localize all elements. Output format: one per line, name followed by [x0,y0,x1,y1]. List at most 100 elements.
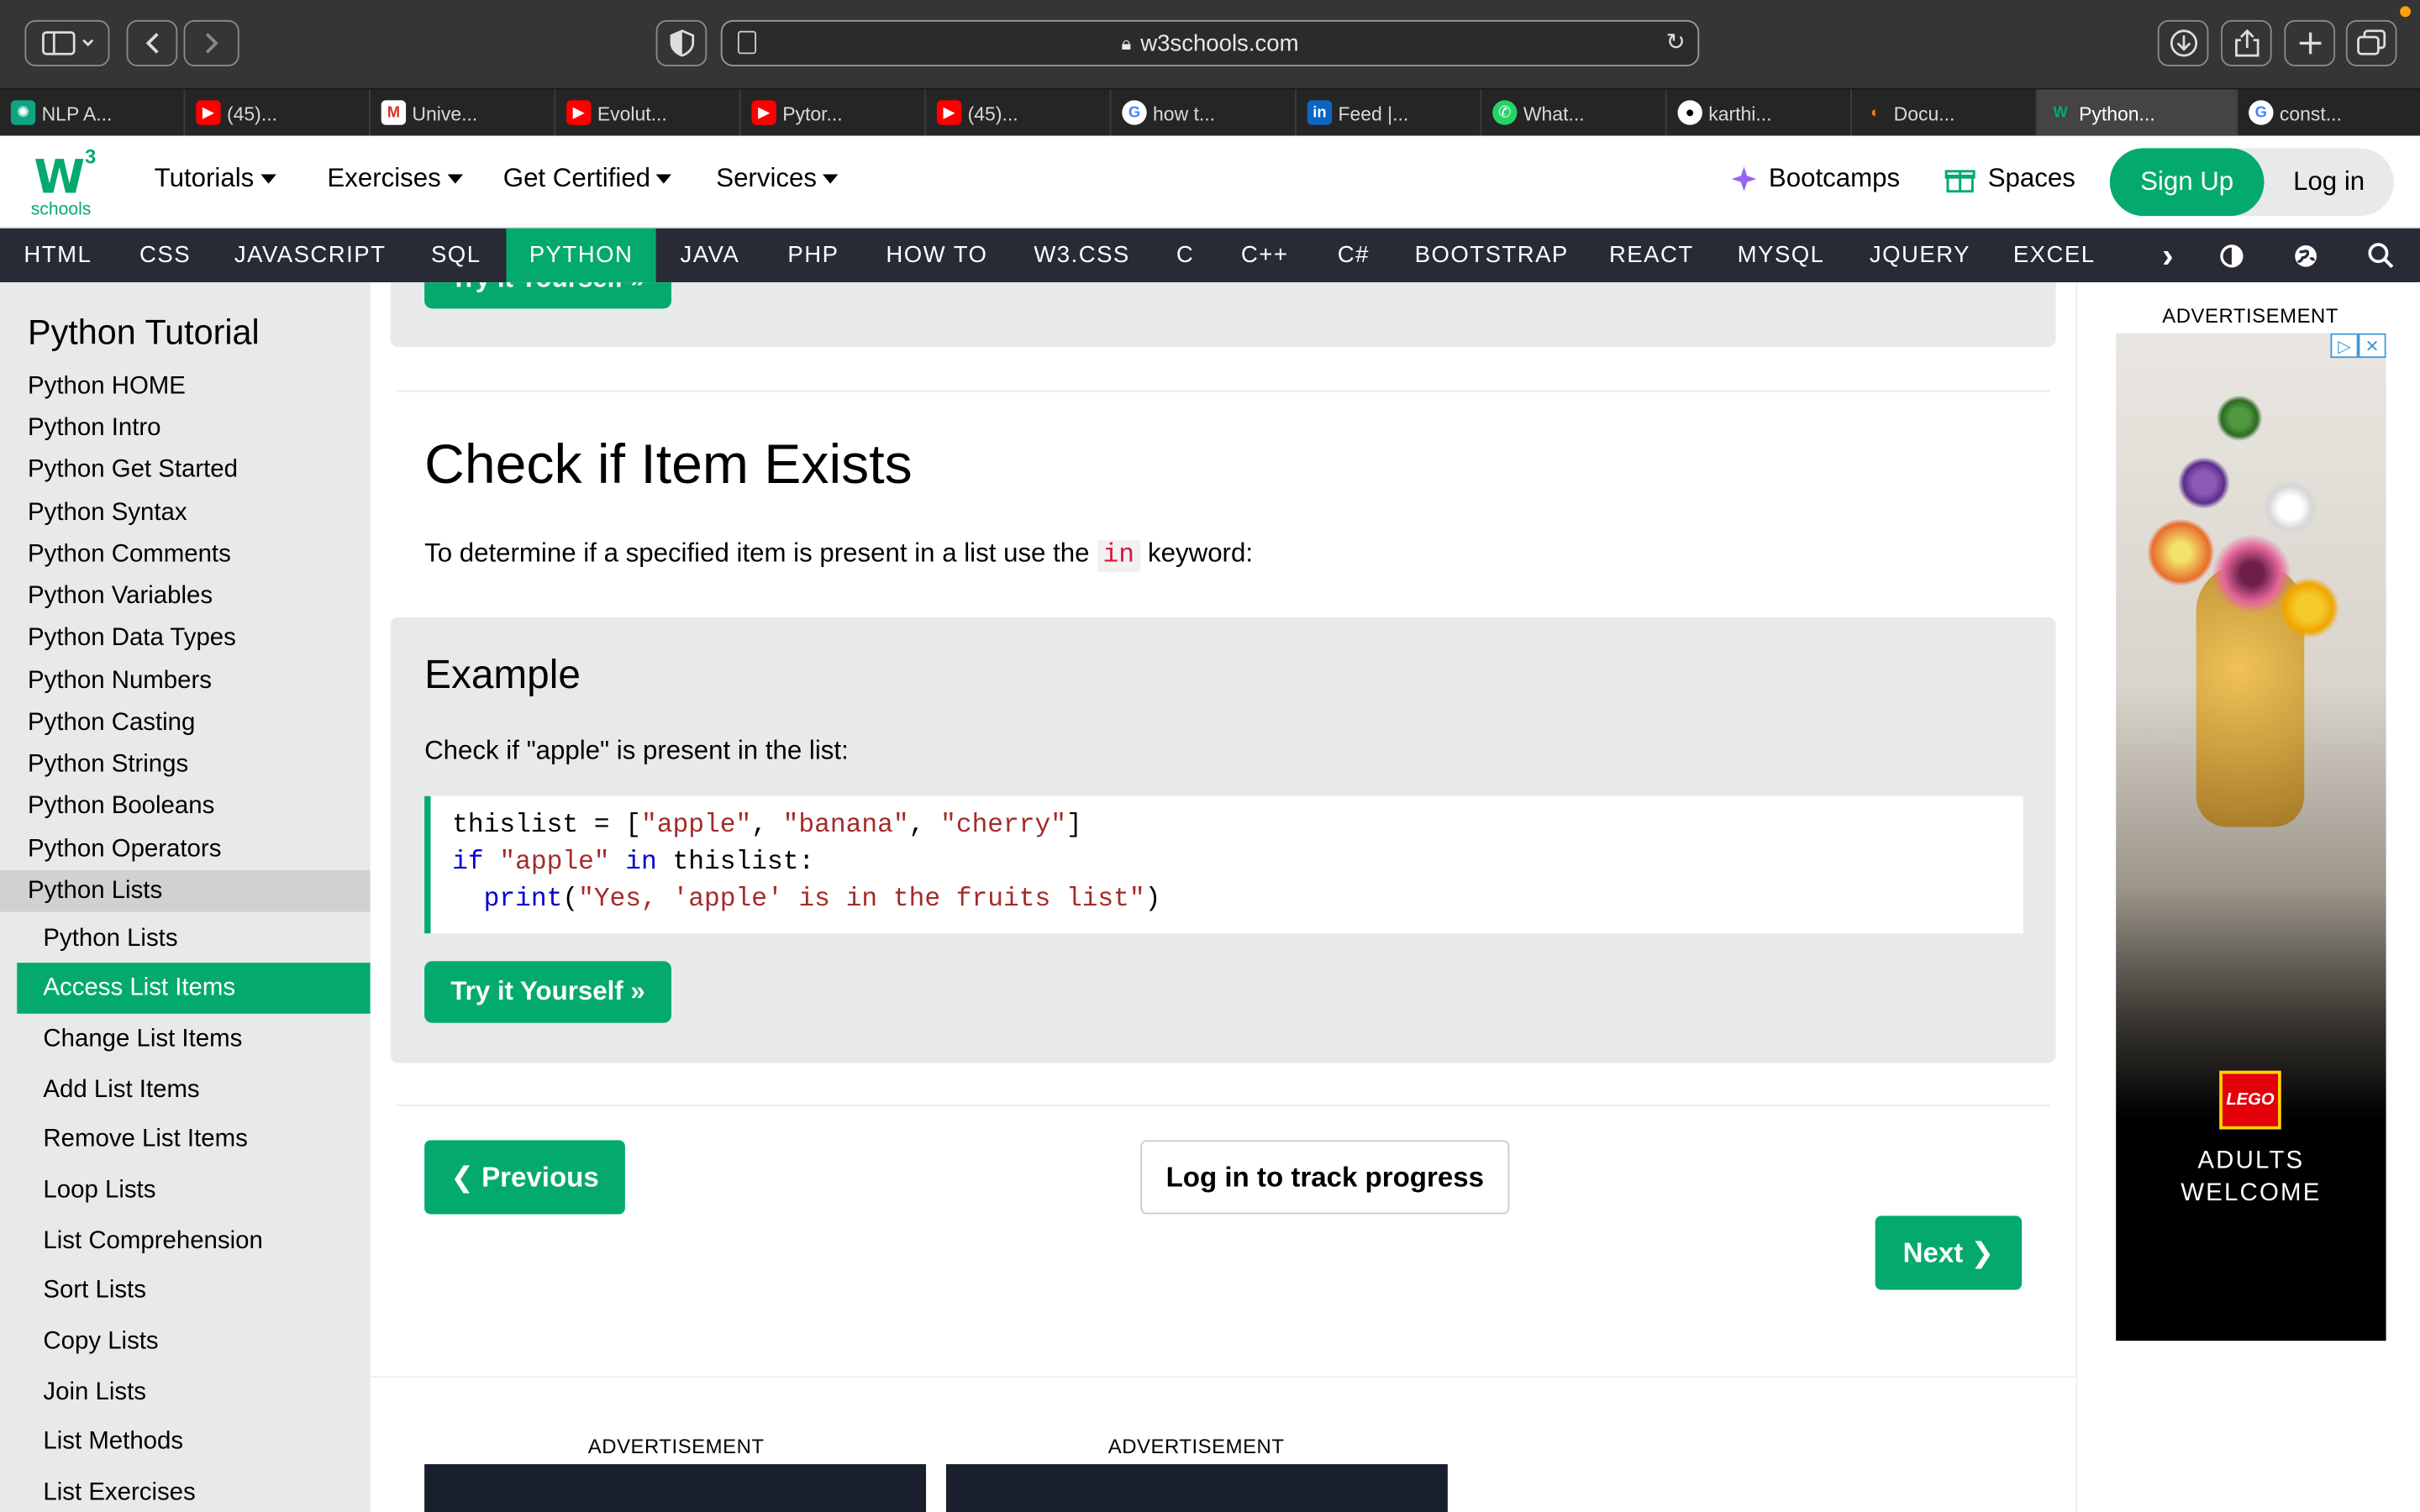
sidebar-sub-list-methods[interactable]: List Methods [17,1416,371,1467]
menu-tutorials[interactable]: Tutorials [155,164,276,195]
sidebar-item-python-intro[interactable]: Python Intro [0,407,371,449]
reader-icon[interactable] [737,30,756,55]
nav-javascript[interactable]: JAVASCRIPT [214,228,406,282]
sidebar-item-booleans[interactable]: Python Booleans [0,785,371,827]
nav-c[interactable]: C [1153,228,1218,282]
sidebar-item-strings[interactable]: Python Strings [0,743,371,785]
lego-advertisement[interactable]: ▷ ✕ LEGO ADULTS WELCOME [2116,333,2386,1341]
bootcamps-link[interactable]: Bootcamps [1730,164,1900,195]
nav-cpp[interactable]: C++ [1218,228,1312,282]
sidebar-sub-python-lists[interactable]: Python Lists [17,913,371,964]
nav-jquery[interactable]: JQUERY [1848,228,1993,282]
browser-tab[interactable]: ✺ NLP A... [0,89,186,138]
downloads-button[interactable] [2157,19,2209,66]
share-button[interactable] [2221,19,2272,66]
address-bar[interactable]: 🔒︎ w3schools.com ↻ [720,19,1700,66]
globe-button[interactable] [2284,228,2327,282]
nav-sql[interactable]: SQL [406,228,506,282]
sign-up-button[interactable]: Sign Up [2109,148,2265,217]
nav-css[interactable]: CSS [116,228,215,282]
browser-tab-active[interactable]: W Python... [2037,89,2238,138]
sidebar-toggle-button[interactable] [24,19,110,66]
sidebar-item-casting[interactable]: Python Casting [0,702,371,744]
log-in-track-progress-button[interactable]: Log in to track progress [1140,1140,1510,1215]
nav-html[interactable]: HTML [0,228,116,282]
menu-get-certified[interactable]: Get Certified [503,164,672,195]
sidebar-sub-access-list-items[interactable]: Access List Items [17,963,371,1014]
menu-services[interactable]: Services [716,164,839,195]
browser-tab[interactable]: ▶ (45)... [926,89,1112,138]
sidebar-item-comments[interactable]: Python Comments [0,534,371,576]
code-token: ) [1144,885,1161,916]
w3schools-logo[interactable]: W 3 schools [28,145,105,219]
browser-tab[interactable]: in Feed |... [1297,89,1482,138]
sidebar-sub-sort-lists[interactable]: Sort Lists [17,1265,371,1316]
sidebar-item-syntax[interactable]: Python Syntax [0,492,371,534]
log-in-button[interactable]: Log in [2264,148,2393,216]
try-it-yourself-button[interactable]: Try it Yourself » [424,961,671,1023]
browser-tab[interactable]: ▶ Evolut... [555,89,741,138]
try-it-yourself-button-top[interactable]: Try it Yourself » [424,282,671,309]
nav-java[interactable]: JAVA [656,228,765,282]
spaces-link[interactable]: Spaces [1944,164,2075,195]
sidebar-sub-loop-lists[interactable]: Loop Lists [17,1165,371,1216]
sidebar-item-lists[interactable]: Python Lists [0,869,371,912]
nav-php[interactable]: PHP [764,228,863,282]
browser-tab[interactable]: Ghow t... [1111,89,1297,138]
sidebar-sub-list-exercises[interactable]: List Exercises [17,1467,371,1512]
contrast-toggle[interactable] [2210,228,2253,282]
sidebar-sub-copy-lists[interactable]: Copy Lists [17,1316,371,1368]
browser-tab[interactable]: ◐ Docu... [1852,89,2038,138]
sidebar-item-variables[interactable]: Python Variables [0,575,371,617]
browser-tab[interactable]: ● karthi... [1667,89,1853,138]
ad-choices-icon[interactable]: ▷ [2330,333,2359,359]
tab-overview-button[interactable] [2345,19,2397,66]
advertisement-banner[interactable] [424,1464,927,1512]
sidebar-item-operators[interactable]: Python Operators [0,828,371,870]
browser-tab[interactable]: M Unive... [371,89,556,138]
sidebar-sub-remove-list-items[interactable]: Remove List Items [17,1114,371,1165]
browser-tab[interactable]: ▶ Pytor... [741,89,927,138]
code-block[interactable]: thislist = ["apple", "banana", "cherry"]… [424,795,2023,934]
advertisement-banner[interactable] [945,1464,1448,1512]
next-button[interactable]: Next ❯ [1875,1215,2023,1290]
nav-react[interactable]: REACT [1588,228,1715,282]
ad-choices[interactable]: ▷ ✕ [2330,333,2386,359]
sidebar-item-get-started[interactable]: Python Get Started [0,449,371,491]
browser-tab[interactable]: ▶ (45)... [185,89,371,138]
nav-csharp[interactable]: C# [1312,228,1395,282]
sidebar-item-numbers[interactable]: Python Numbers [0,660,371,702]
sidebar-sub-join-lists[interactable]: Join Lists [17,1367,371,1418]
sidebar-sub-list-comprehension[interactable]: List Comprehension [17,1215,371,1267]
nav-bootstrap[interactable]: BOOTSTRAP [1395,228,1588,282]
new-tab-button[interactable] [2284,19,2335,66]
previous-button[interactable]: ❮ Previous [424,1140,625,1215]
tab-label: Docu... [1893,102,1955,124]
close-icon[interactable]: ✕ [2358,333,2386,359]
search-button[interactable] [2359,228,2402,282]
forward-button[interactable] [183,19,239,66]
sidebar-item-python-home[interactable]: Python HOME [0,365,371,407]
browser-tab[interactable]: Gconst... [2238,90,2420,138]
nav-how-to[interactable]: HOW TO [863,228,1011,282]
nav-python[interactable]: PYTHON [506,228,656,283]
privacy-shield-button[interactable] [655,19,708,66]
tab-strip: ✺ NLP A... ▶ (45)... M Unive... ▶ Evolut... … [0,87,2420,138]
reload-icon[interactable]: ↻ [1666,28,1686,55]
bootcamps-label: Bootcamps [1768,163,1901,193]
nav-excel[interactable]: EXCEL [1992,228,2116,282]
nav-w3css[interactable]: W3.CSS [1011,228,1153,282]
nav-scroll-right-icon[interactable]: › [2145,228,2191,282]
tab-label: const... [2279,102,2342,124]
intro-text: To determine if a specified item is pres… [424,538,1097,568]
nav-mysql[interactable]: MYSQL [1715,228,1848,282]
sidebar-sub-change-list-items[interactable]: Change List Items [17,1014,371,1065]
url-text: w3schools.com [1140,29,1299,57]
browser-tab[interactable]: ✆ What... [1481,89,1667,138]
back-button[interactable] [126,19,178,66]
menu-exercises[interactable]: Exercises [327,164,463,195]
browser-toolbar: 🔒︎ w3schools.com ↻ [0,0,2420,88]
sidebar-sub-add-list-items[interactable]: Add List Items [17,1064,371,1116]
sidebar-item-data-types[interactable]: Python Data Types [0,617,371,659]
auth-group: Sign Up Log in [2109,148,2394,217]
